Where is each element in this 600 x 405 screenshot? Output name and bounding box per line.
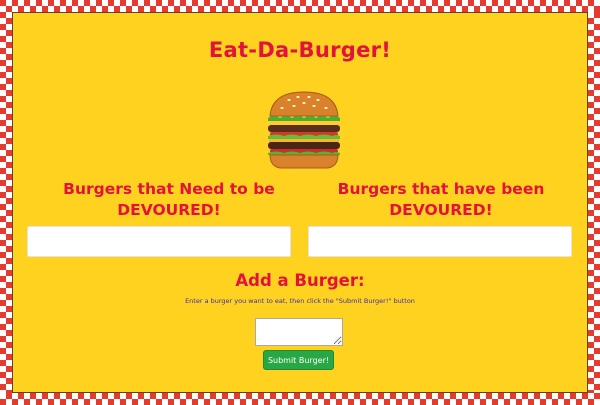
- add-burger-instructions: Enter a burger you want to eat, then cli…: [185, 297, 415, 305]
- undevoured-burger-list: [27, 226, 291, 257]
- add-burger-heading: Add a Burger:: [235, 271, 365, 290]
- undevoured-heading: Burgers that Need to be DEVOURED!: [63, 180, 275, 219]
- checkered-border: Eat-Da-Burger! Burgers that Need to be D…: [0, 0, 600, 405]
- page-title: Eat-Da-Burger!: [208, 38, 392, 62]
- burger-icon: [256, 86, 352, 182]
- devoured-burger-list: [308, 226, 572, 257]
- burger-name-input[interactable]: [255, 318, 343, 346]
- submit-burger-button[interactable]: Submit Burger!: [263, 350, 334, 370]
- main-panel: Eat-Da-Burger! Burgers that Need to be D…: [12, 12, 588, 393]
- devoured-heading: Burgers that have been DEVOURED!: [337, 180, 545, 219]
